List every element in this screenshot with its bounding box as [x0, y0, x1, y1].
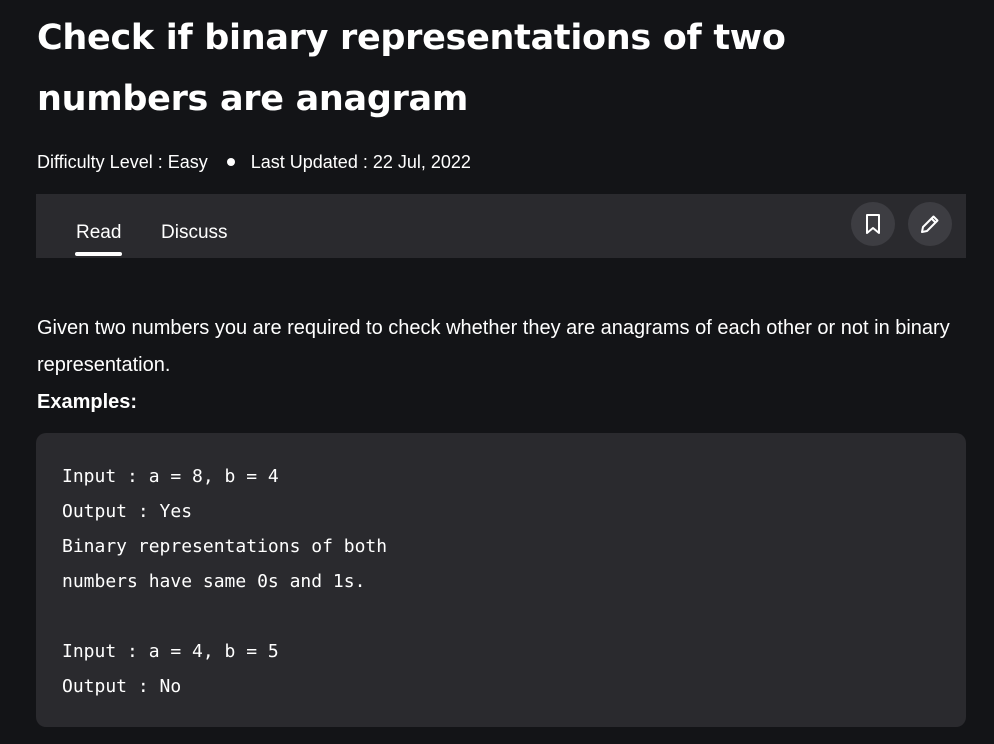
edit-button[interactable]: [908, 202, 952, 246]
tab-discuss[interactable]: Discuss: [161, 222, 228, 244]
code-line: Output : No: [62, 676, 182, 697]
code-line: Binary representations of both: [62, 536, 388, 557]
pencil-icon: [921, 215, 939, 233]
bookmark-button[interactable]: [851, 202, 895, 246]
article-meta: Difficulty Level : Easy Last Updated : 2…: [37, 148, 471, 176]
last-updated: Last Updated : 22 Jul, 2022: [250, 151, 471, 172]
article-tabbar: Read Discuss: [36, 194, 966, 258]
code-line: Input : a = 4, b = 5: [62, 641, 279, 662]
code-line: Input : a = 8, b = 4: [62, 466, 279, 487]
examples-heading: Examples:: [37, 391, 138, 413]
intro-paragraph: Given two numbers you are required to ch…: [37, 317, 950, 376]
code-block: Input : a = 8, b = 4 Output : Yes Binary…: [36, 433, 966, 727]
code-line: Output : Yes: [62, 501, 193, 522]
difficulty-level: Difficulty Level : Easy: [37, 151, 208, 172]
separator-dot: [226, 158, 235, 166]
page-title: Check if binary representations of two n…: [37, 18, 786, 119]
tab-read[interactable]: Read: [76, 222, 121, 244]
code-line: numbers have same 0s and 1s.: [62, 571, 366, 592]
bookmark-icon: [866, 214, 880, 234]
active-tab-indicator: [75, 252, 122, 256]
